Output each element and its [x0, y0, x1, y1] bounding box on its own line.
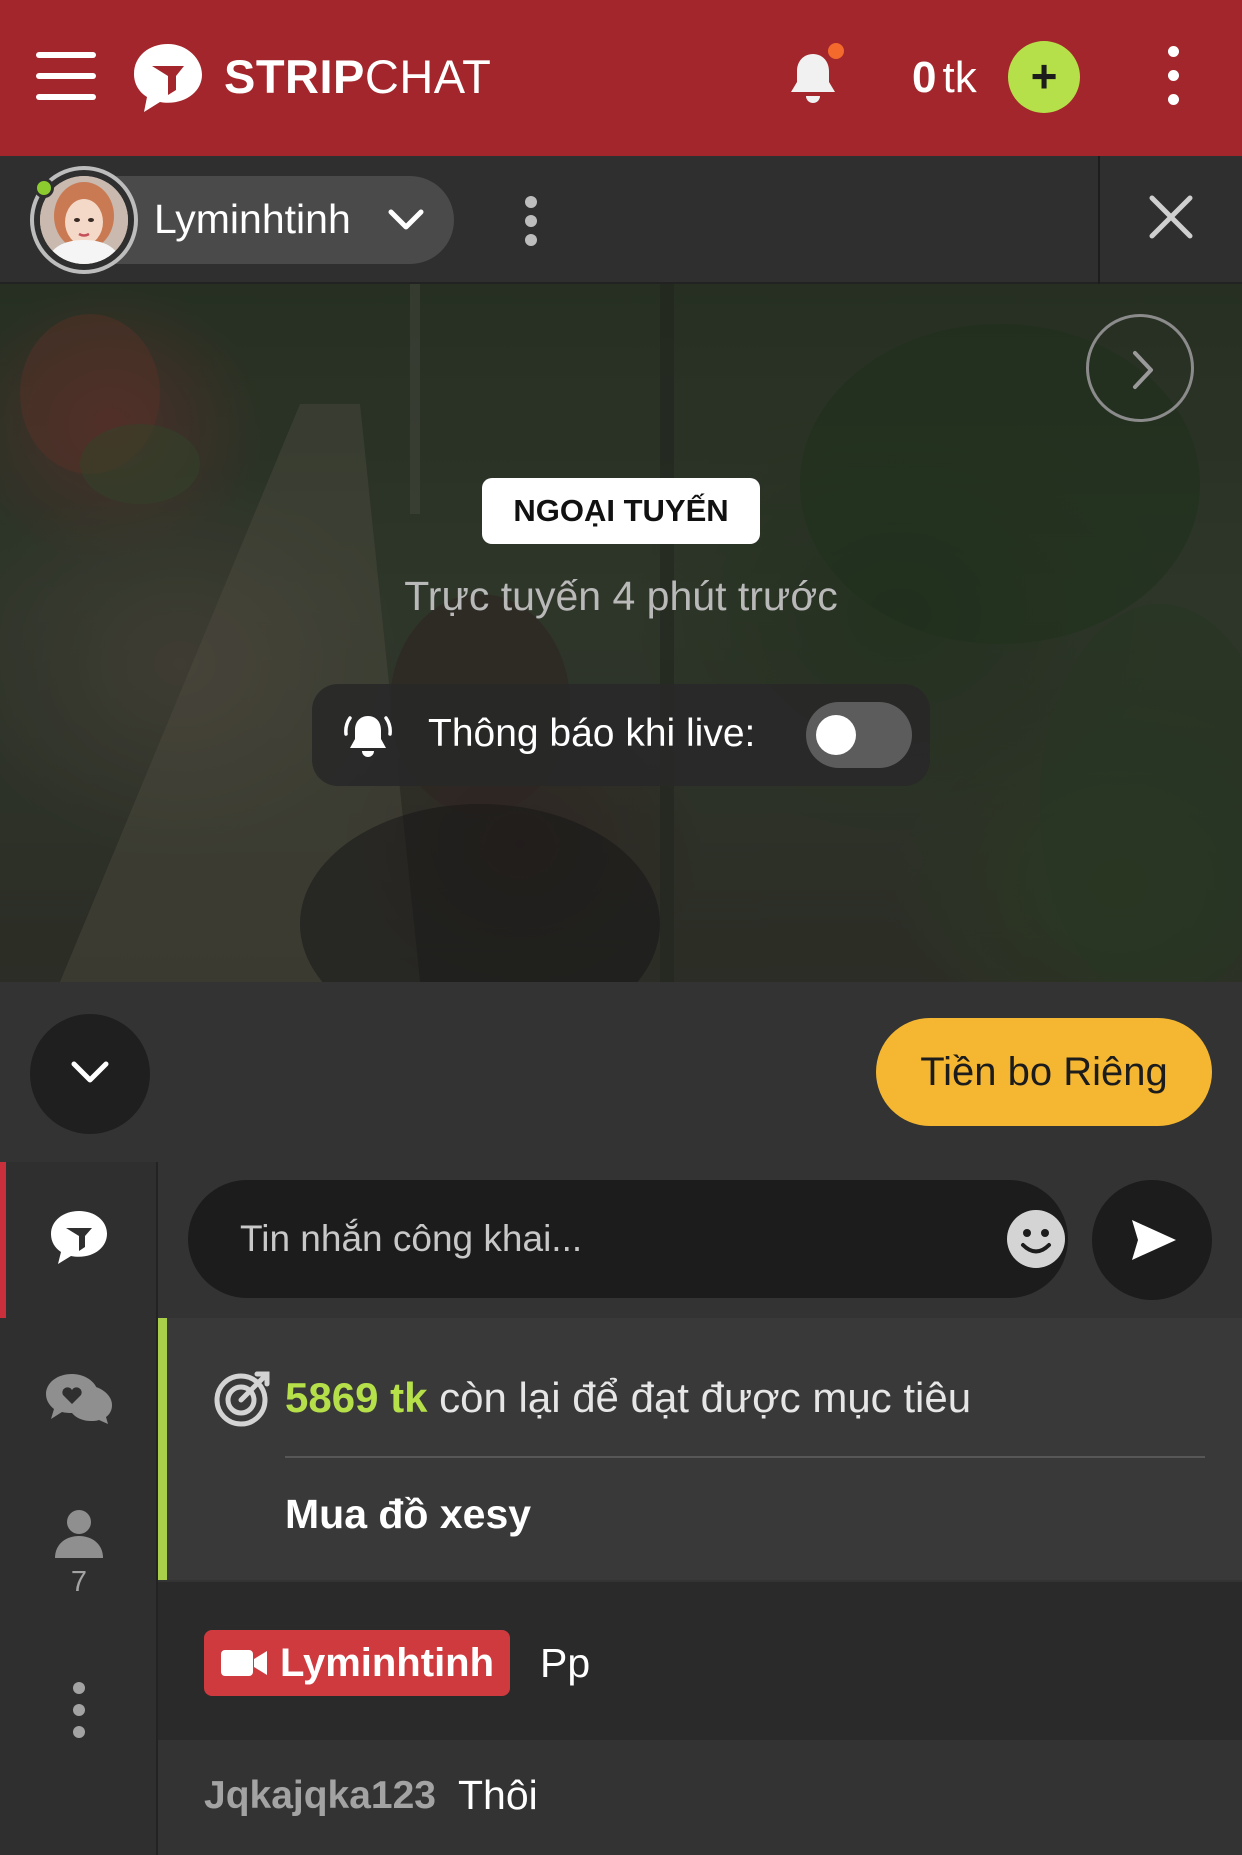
chevron-right-icon	[1133, 351, 1153, 389]
emoji-icon[interactable]	[1006, 1209, 1066, 1269]
model-bar: Lyminhtinh	[0, 156, 1242, 284]
divider	[1098, 156, 1100, 284]
message-username[interactable]: Jqkajqka123	[204, 1770, 436, 1822]
token-unit: tk	[942, 53, 977, 102]
chat-bubbles-icon	[46, 1374, 112, 1424]
bell-ringing-icon	[344, 716, 392, 757]
public-message-input[interactable]	[240, 1206, 940, 1272]
video-camera-icon	[221, 1650, 267, 1676]
notify-toggle[interactable]	[806, 702, 912, 768]
token-count: 0	[912, 53, 937, 102]
brand-strong: STRIP	[224, 50, 365, 103]
chat-message: Lyminhtinh Pp	[158, 1582, 1242, 1740]
online-indicator	[34, 178, 54, 198]
goal-progress: 5869 tk còn lại để đạt được mục tiêu	[285, 1370, 971, 1426]
tab-private-messages[interactable]	[0, 1370, 158, 1429]
chat-input-container	[188, 1180, 1068, 1298]
logo-icon[interactable]	[130, 40, 206, 116]
target-icon	[214, 1371, 270, 1427]
chat-main: 5869 tk còn lại để đạt được mục tiêu Mua…	[158, 1162, 1242, 1855]
toggle-knob	[816, 715, 856, 755]
video-player[interactable]: NGOẠI TUYẾN Trực tuyến 4 phút trước Thôn…	[0, 284, 1242, 982]
goal-amount: 5869 tk	[285, 1374, 428, 1421]
chevron-down-icon	[388, 209, 424, 230]
tab-users[interactable]	[0, 1508, 158, 1563]
buy-tokens-button[interactable]: +	[1008, 41, 1080, 113]
close-icon[interactable]	[1146, 192, 1196, 242]
menu-icon[interactable]	[36, 52, 96, 100]
message-text: Pp	[540, 1640, 591, 1686]
message-username: Lyminhtinh	[280, 1641, 495, 1685]
model-username-badge[interactable]: Lyminhtinh	[204, 1630, 511, 1696]
goal-remaining-text: còn lại để đạt được mục tiêu	[439, 1374, 972, 1421]
chevron-down-icon	[71, 1061, 109, 1083]
divider	[285, 1456, 1205, 1458]
model-name: Lyminhtinh	[154, 196, 351, 242]
users-count: 7	[70, 1566, 88, 1598]
brand-light: CHAT	[364, 50, 492, 103]
chat-sidebar: 7	[0, 1162, 158, 1855]
notification-dot	[825, 40, 847, 62]
chat-message: Jqkajqka123 Thôi	[158, 1740, 1242, 1855]
tip-goal: 5869 tk còn lại để đạt được mục tiêu Mua…	[158, 1318, 1242, 1580]
more-vertical-icon[interactable]	[1166, 46, 1180, 106]
send-button[interactable]	[1092, 1180, 1212, 1300]
message-text: Thôi	[458, 1772, 538, 1818]
chat-bubble-icon	[51, 1211, 107, 1264]
model-selector[interactable]: Lyminhtinh	[30, 166, 454, 274]
chat-panel: 7 5869 tk còn	[0, 1162, 1242, 1855]
more-vertical-icon[interactable]	[524, 196, 538, 246]
token-balance[interactable]: 0 tk	[912, 52, 977, 104]
status-badge: NGOẠI TUYẾN	[482, 478, 760, 544]
send-icon	[1132, 1220, 1176, 1260]
brand-logo[interactable]: STRIPCHAT	[224, 48, 491, 106]
video-overlay	[0, 284, 1242, 982]
more-vertical-icon[interactable]	[0, 1682, 158, 1742]
user-icon	[55, 1510, 103, 1558]
top-bar: STRIPCHAT 0 tk +	[0, 0, 1242, 156]
controls-bar: Tiền bo Riêng	[0, 982, 1242, 1162]
notify-when-live: Thông báo khi live:	[312, 684, 930, 786]
notify-label: Thông báo khi live:	[428, 712, 756, 755]
next-model-button[interactable]	[1086, 314, 1194, 422]
collapse-button[interactable]	[30, 1014, 150, 1134]
last-online-text: Trực tuyến 4 phút trước	[404, 573, 838, 619]
goal-title: Mua đồ xesy	[285, 1491, 532, 1537]
tab-public-chat[interactable]	[0, 1208, 158, 1271]
private-tip-button[interactable]: Tiền bo Riêng	[876, 1018, 1212, 1126]
